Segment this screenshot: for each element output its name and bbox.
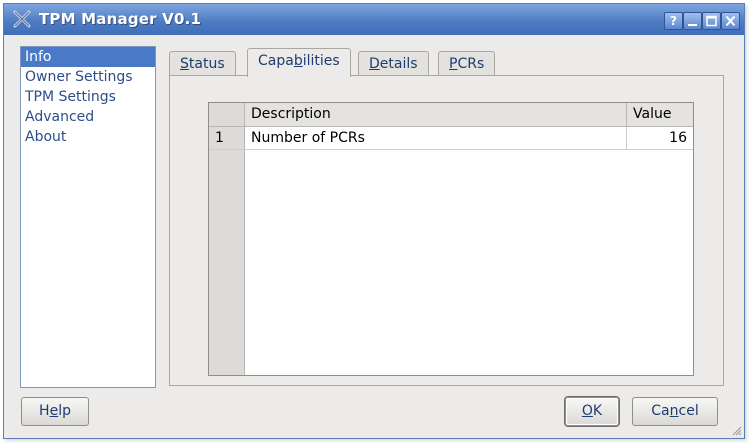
- column-header-value[interactable]: Value: [627, 103, 693, 127]
- sidebar: Info Owner Settings TPM Settings Advance…: [20, 46, 156, 388]
- ok-button-label: OK: [581, 403, 603, 419]
- maximize-icon: [706, 15, 717, 27]
- tab-details[interactable]: Details: [358, 51, 429, 76]
- tab-pcrs-label: PCRs: [449, 56, 485, 72]
- sidebar-item-about[interactable]: About: [21, 127, 155, 147]
- cell-description[interactable]: Number of PCRs: [245, 127, 627, 150]
- close-button[interactable]: [721, 12, 740, 30]
- ok-button[interactable]: OK: [565, 397, 619, 426]
- cell-value[interactable]: 16: [627, 127, 693, 150]
- tab-status-label: Status: [180, 56, 225, 72]
- capabilities-table[interactable]: Description Value 1 Number of PCRs 16: [208, 102, 694, 376]
- cancel-button-label: Cancel: [651, 403, 699, 419]
- help-button[interactable]: Help: [21, 397, 89, 426]
- sidebar-item-owner-settings[interactable]: Owner Settings: [21, 67, 155, 87]
- app-icon: [13, 10, 31, 28]
- tab-capabilities[interactable]: Capabilities: [247, 48, 351, 77]
- window-title: TPM Manager V0.1: [39, 10, 202, 28]
- minimize-button[interactable]: [683, 12, 702, 30]
- maximize-button[interactable]: [702, 12, 721, 30]
- resize-grip-icon[interactable]: [730, 424, 742, 436]
- tab-status[interactable]: Status: [169, 51, 236, 76]
- help-title-button[interactable]: ?: [664, 12, 683, 30]
- minimize-icon: [688, 24, 697, 26]
- tab-pcrs[interactable]: PCRs: [438, 51, 496, 76]
- close-icon: [725, 15, 736, 27]
- tpm-manager-window: TPM Manager V0.1 ? Info Owner Settings T…: [3, 3, 745, 439]
- cancel-button[interactable]: Cancel: [632, 397, 718, 426]
- title-bar[interactable]: TPM Manager V0.1 ?: [4, 4, 744, 35]
- table-corner: [209, 103, 245, 127]
- row-header-column: [209, 127, 245, 375]
- sidebar-item-tpm-settings[interactable]: TPM Settings: [21, 87, 155, 107]
- capabilities-panel: Description Value 1 Number of PCRs 16: [169, 75, 724, 386]
- column-header-description[interactable]: Description: [245, 103, 627, 127]
- sidebar-item-info[interactable]: Info: [21, 47, 155, 67]
- sidebar-item-advanced[interactable]: Advanced: [21, 107, 155, 127]
- row-header-1[interactable]: 1: [209, 127, 245, 150]
- help-button-label: Help: [39, 403, 71, 419]
- tab-capabilities-label: Capabilities: [258, 53, 340, 69]
- tab-details-label: Details: [369, 56, 418, 72]
